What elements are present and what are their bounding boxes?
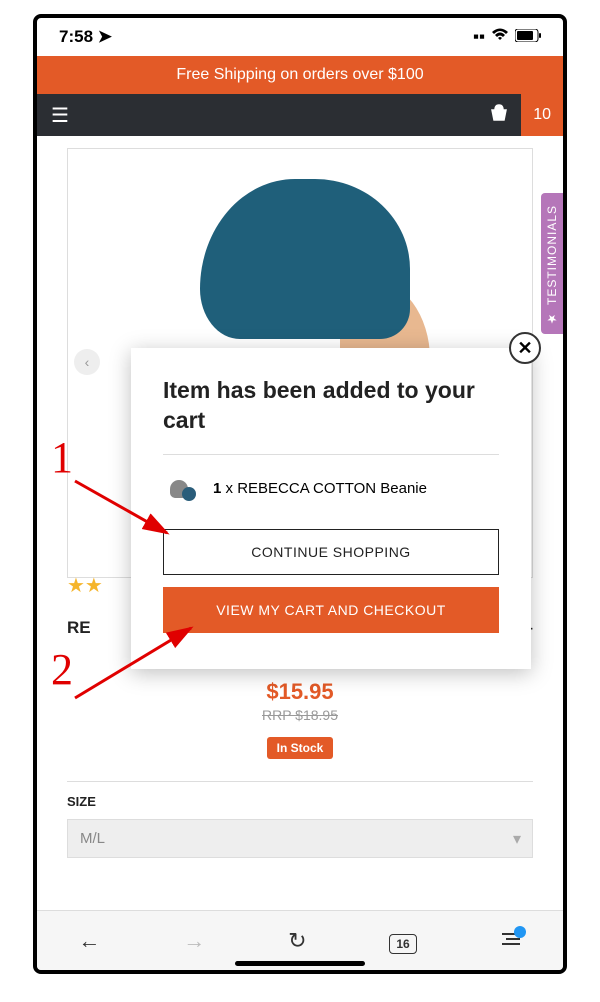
size-label: SIZE [67,794,533,809]
phone-frame: 7:58 ➤ ▪▪ Free Shipping on orders over $… [33,14,567,974]
battery-icon [515,27,541,47]
size-select[interactable]: M/L [67,819,533,858]
cart-count[interactable]: 10 [521,94,563,136]
modal-close-button[interactable]: ✕ [509,332,541,364]
nav-reload-button[interactable]: ↻ [288,928,306,954]
nav-back-button[interactable]: ← [78,928,100,954]
cart-icon[interactable] [477,104,521,127]
promo-banner: Free Shipping on orders over $100 [37,56,563,94]
stock-badge: In Stock [267,737,334,759]
status-bar: 7:58 ➤ ▪▪ [37,18,563,56]
testimonials-tab[interactable]: ★ TESTIMONIALS [541,193,563,334]
product-rrp: RRP $18.95 [67,707,533,723]
signal-icon: ▪▪ [473,27,485,47]
modal-item-thumb [163,469,203,509]
nav-forward-button[interactable]: → [183,928,205,954]
status-icons: ▪▪ [473,27,541,47]
nav-bar: ☰ 10 [37,94,563,136]
star-icon: ★ [545,311,559,326]
modal-title: Item has been added to your cart [163,376,499,436]
product-price: $15.95 [67,679,533,705]
product-title-left: RE [67,618,91,638]
home-indicator[interactable] [235,961,365,966]
nav-tabs-button[interactable]: 16 [389,928,416,954]
menu-button[interactable]: ☰ [37,103,83,128]
continue-shopping-button[interactable]: CONTINUE SHOPPING [163,529,499,575]
notification-dot-icon [514,926,526,938]
divider [67,781,533,782]
cart-modal: ✕ Item has been added to your cart 1 x R… [131,348,531,669]
wifi-icon [491,27,509,47]
carousel-prev[interactable]: ‹ [74,349,100,375]
location-icon: ➤ [98,27,112,46]
nav-menu-button[interactable] [500,928,522,954]
status-time: 7:58 ➤ [59,27,112,47]
view-cart-checkout-button[interactable]: VIEW MY CART AND CHECKOUT [163,587,499,633]
annotation-number-1: 1 [51,432,73,483]
annotation-number-2: 2 [51,644,73,695]
star-rating: ★★ [67,573,103,598]
modal-item-row: 1 x REBECCA COTTON Beanie [163,469,499,509]
